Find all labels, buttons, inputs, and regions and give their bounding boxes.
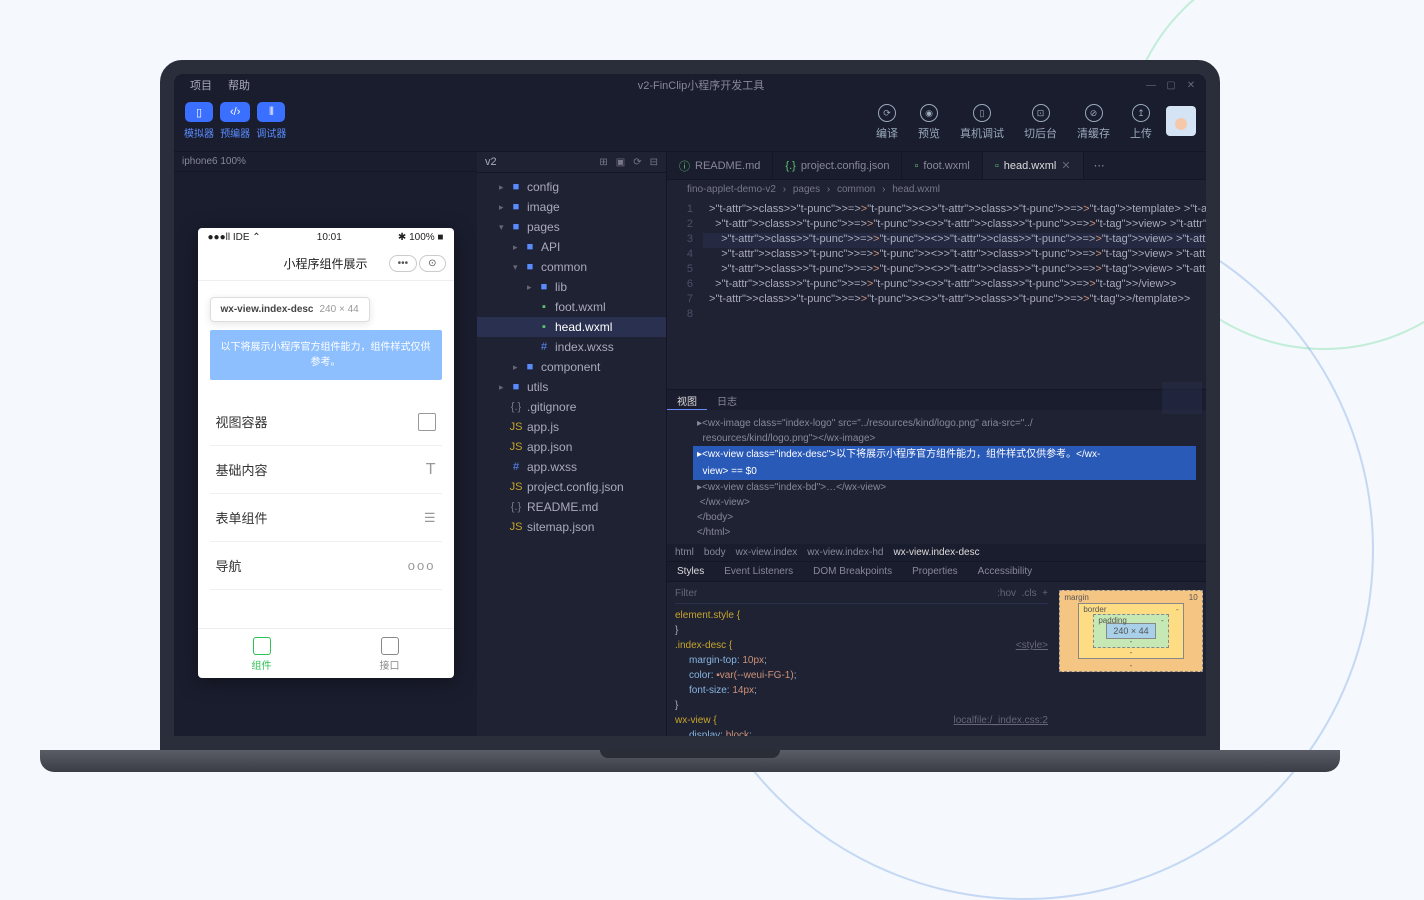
minimap[interactable] [1162, 382, 1202, 462]
folder-node[interactable]: ▸■component [477, 357, 666, 377]
editor-tabs: ⓘREADME.md{.}project.config.json▫foot.wx… [667, 152, 1206, 180]
action-background[interactable]: ⊡切后台 [1024, 104, 1057, 141]
folder-node[interactable]: ▸■utils [477, 377, 666, 397]
file-node[interactable]: {.}.gitignore [477, 397, 666, 417]
phone-tabbar: 组件 接口 [198, 628, 454, 678]
file-node[interactable]: ▪foot.wxml [477, 297, 666, 317]
devtools: 视图 日志 ▸<wx-image class="index-logo" src=… [667, 389, 1206, 736]
tab-api[interactable]: 接口 [326, 629, 454, 678]
folder-node[interactable]: ▸■API [477, 237, 666, 257]
editor-tab[interactable]: ▫head.wxml✕ [983, 152, 1084, 179]
inspector-tooltip: wx-view.index-desc240 × 44 [210, 297, 370, 322]
window-minimize[interactable]: — [1144, 80, 1158, 90]
folder-node[interactable]: ▸■lib [477, 277, 666, 297]
file-node[interactable]: JSapp.json [477, 437, 666, 457]
tab-close-icon[interactable]: ✕ [1061, 159, 1070, 172]
folder-node[interactable]: ▾■pages [477, 217, 666, 237]
styles-tab[interactable]: Accessibility [968, 562, 1042, 581]
action-preview[interactable]: ◉预览 [918, 104, 940, 141]
dom-crumb[interactable]: html [675, 547, 694, 558]
user-avatar[interactable] [1166, 106, 1196, 136]
editor-tab[interactable]: ▫foot.wxml [902, 152, 982, 179]
more-icon: ooo [408, 558, 436, 573]
styles-tab[interactable]: DOM Breakpoints [803, 562, 902, 581]
styles-tab[interactable]: Event Listeners [714, 562, 803, 581]
dom-inspector[interactable]: ▸<wx-image class="index-logo" src="../re… [667, 410, 1206, 544]
simulator-panel: iphone6 100% ●●●ll IDE ⌃ 10:01 ✱ 100% ■ … [174, 152, 477, 736]
container-icon [418, 413, 436, 431]
list-item[interactable]: 视图容器 [210, 398, 442, 446]
breadcrumb: fino-applet-demo-v2 › pages › common › h… [667, 180, 1206, 199]
phone-preview: ●●●ll IDE ⌃ 10:01 ✱ 100% ■ 小程序组件展示 ••• ⊙ [198, 228, 454, 678]
editor-panel: ⓘREADME.md{.}project.config.json▫foot.wx… [667, 152, 1206, 736]
styles-tab[interactable]: Styles [667, 562, 714, 581]
collapse-icon[interactable]: ⊟ [650, 157, 658, 168]
highlighted-element: 以下将展示小程序官方组件能力，组件样式仅供参考。 [210, 330, 442, 380]
pill-simulator[interactable]: ▯ [185, 102, 213, 122]
pill-debugger[interactable]: ⫴ [257, 102, 285, 122]
file-node[interactable]: JSapp.js [477, 417, 666, 437]
tabs-overflow-icon[interactable]: ⋯ [1084, 152, 1115, 179]
folder-node[interactable]: ▸■image [477, 197, 666, 217]
new-folder-icon[interactable]: ▣ [616, 157, 625, 168]
dom-crumb[interactable]: wx-view.index-hd [807, 547, 883, 558]
box-model: margin10 border- padding- 240 × 44 - - - [1056, 582, 1206, 736]
folder-node[interactable]: ▸■config [477, 177, 666, 197]
toolbar: ▯模拟器 ‹/›预编器 ⫴调试器 ⟳编译 ◉预览 ▯真机调试 ⊡切后台 ⊘清缓存… [174, 96, 1206, 152]
styles-panel[interactable]: Filter :hov .cls + element.style { } .in… [667, 582, 1056, 736]
ide-window: 项目 帮助 v2-FinClip小程序开发工具 — ▢ ✕ ▯模拟器 ‹/›预编… [174, 74, 1206, 736]
file-node[interactable]: JSproject.config.json [477, 477, 666, 497]
devtab-console[interactable]: 日志 [707, 390, 747, 410]
styles-filter[interactable]: Filter [675, 586, 697, 601]
file-node[interactable]: ▪head.wxml [477, 317, 666, 337]
devtab-elements[interactable]: 视图 [667, 390, 707, 410]
action-remote-debug[interactable]: ▯真机调试 [960, 104, 1004, 141]
menu-icon: ☰ [424, 510, 436, 526]
new-file-icon[interactable]: ⊞ [599, 157, 607, 168]
project-root: v2 [485, 156, 497, 168]
list-item[interactable]: 表单组件☰ [210, 494, 442, 542]
file-node[interactable]: {.}README.md [477, 497, 666, 517]
folder-node[interactable]: ▾■common [477, 257, 666, 277]
phone-statusbar: ●●●ll IDE ⌃ 10:01 ✱ 100% ■ [198, 228, 454, 247]
file-node[interactable]: #index.wxss [477, 337, 666, 357]
action-upload[interactable]: ↥上传 [1130, 104, 1152, 141]
refresh-icon[interactable]: ⟳ [633, 157, 641, 168]
list-item[interactable]: 基础内容T [210, 446, 442, 494]
menu-project[interactable]: 项目 [182, 77, 220, 93]
app-title: 小程序组件展示 [283, 255, 367, 272]
pill-editor[interactable]: ‹/› [220, 102, 250, 122]
laptop-mockup: 项目 帮助 v2-FinClip小程序开发工具 — ▢ ✕ ▯模拟器 ‹/›预编… [160, 60, 1220, 772]
dom-crumb[interactable]: wx-view.index-desc [893, 547, 979, 558]
action-clear-cache[interactable]: ⊘清缓存 [1077, 104, 1110, 141]
capsule-more-icon[interactable]: ••• [389, 255, 418, 272]
dom-crumb[interactable]: wx-view.index [736, 547, 798, 558]
window-close[interactable]: ✕ [1184, 80, 1198, 90]
dom-crumb[interactable]: body [704, 547, 726, 558]
editor-tab[interactable]: ⓘREADME.md [667, 152, 773, 179]
file-node[interactable]: #app.wxss [477, 457, 666, 477]
action-compile[interactable]: ⟳编译 [876, 104, 898, 141]
tab-components[interactable]: 组件 [198, 629, 326, 678]
text-icon: T [426, 461, 436, 479]
editor-tab[interactable]: {.}project.config.json [773, 152, 902, 179]
window-maximize[interactable]: ▢ [1164, 80, 1178, 90]
styles-tab[interactable]: Properties [902, 562, 968, 581]
list-item[interactable]: 导航ooo [210, 542, 442, 590]
window-title: v2-FinClip小程序开发工具 [258, 77, 1144, 93]
menu-help[interactable]: 帮助 [220, 77, 258, 93]
simulator-device-info: iphone6 100% [174, 152, 477, 172]
file-explorer: v2 ⊞ ▣ ⟳ ⊟ ▸■config▸■image▾■pages▸■API▾■… [477, 152, 667, 736]
capsule-close-icon[interactable]: ⊙ [419, 255, 445, 272]
file-node[interactable]: JSsitemap.json [477, 517, 666, 537]
menubar: 项目 帮助 v2-FinClip小程序开发工具 — ▢ ✕ [174, 74, 1206, 96]
